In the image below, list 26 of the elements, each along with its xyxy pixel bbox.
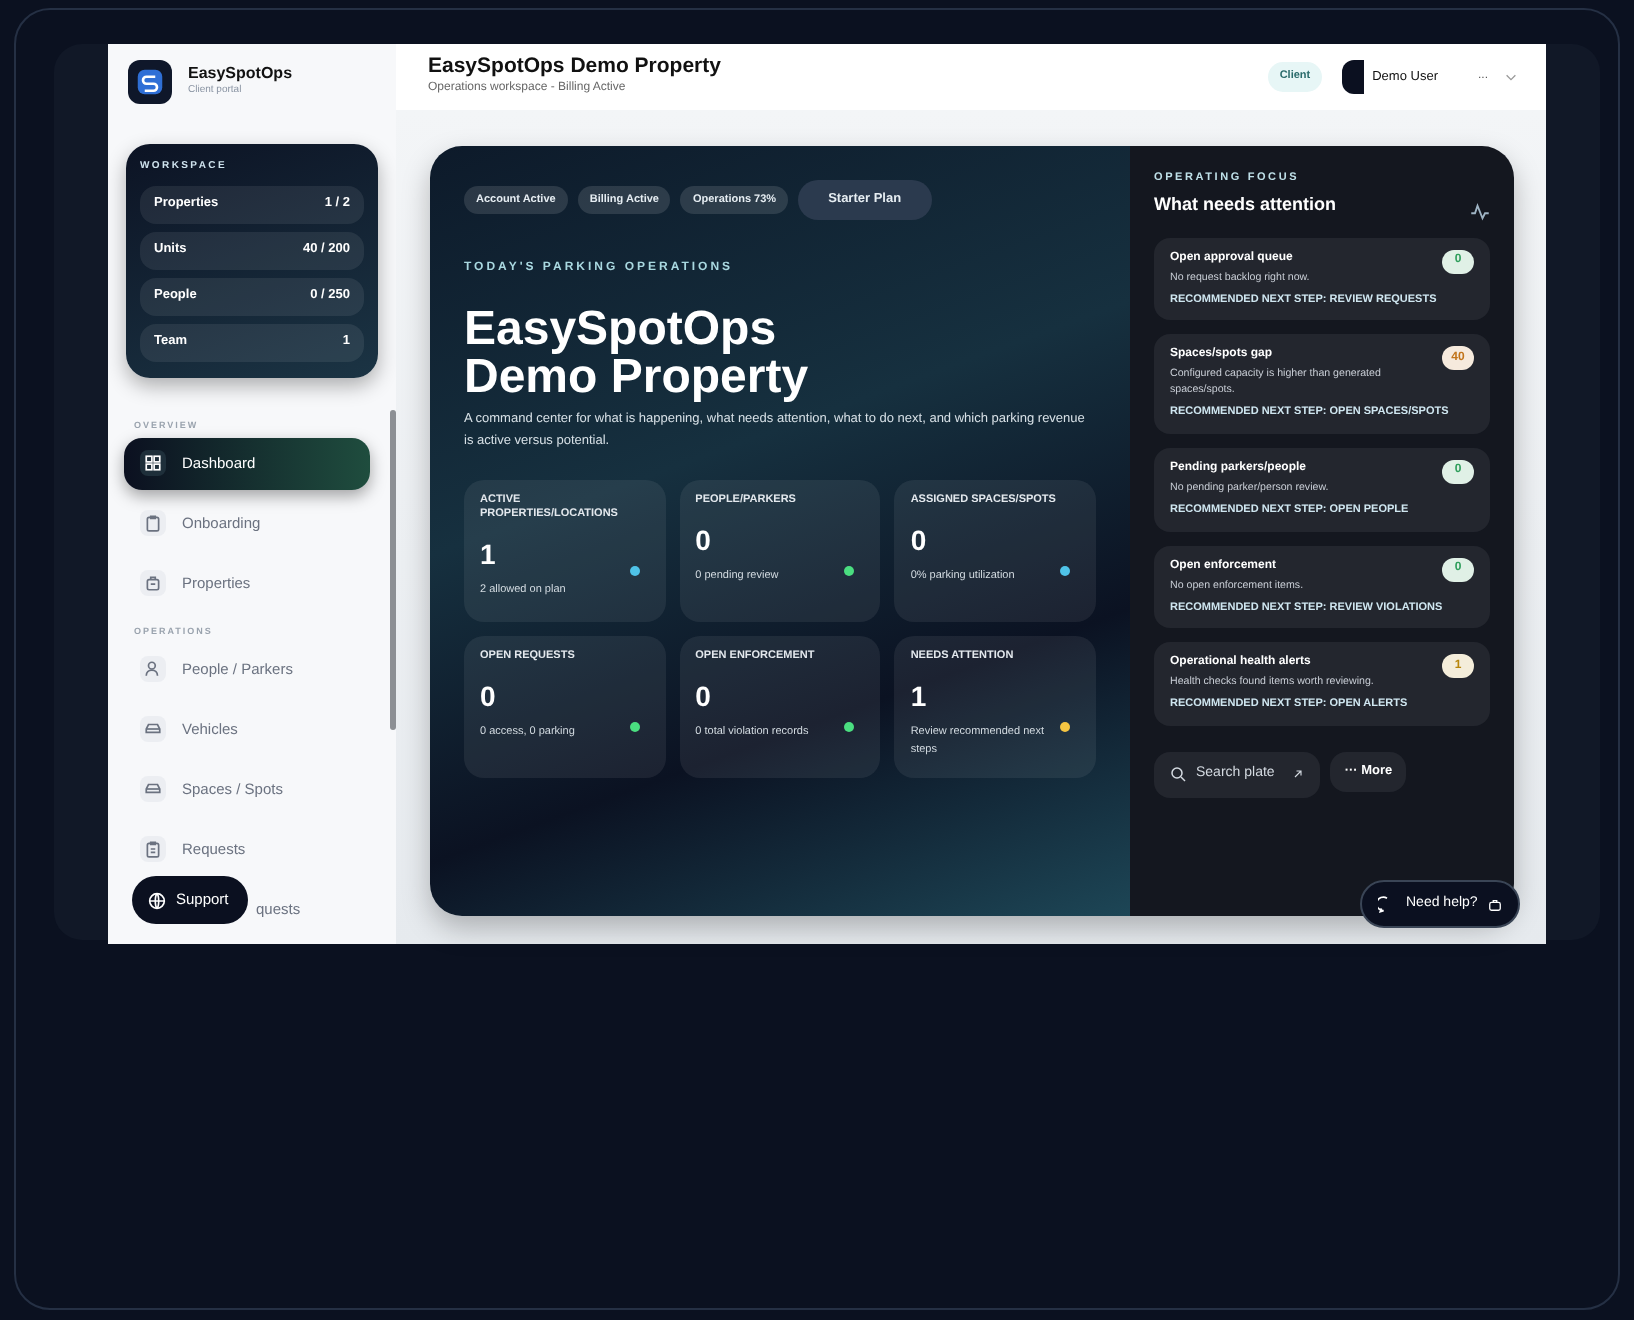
arrow-up-right-icon — [1292, 768, 1305, 781]
globe-icon — [148, 891, 166, 909]
chevron-down-icon — [1504, 70, 1518, 84]
pulse-icon — [1470, 202, 1490, 222]
search-icon — [1170, 766, 1186, 783]
stat-value: 1 — [910, 677, 929, 716]
person-icon — [144, 660, 162, 678]
car-icon — [144, 780, 162, 798]
stat-value: 0 — [910, 521, 929, 560]
stat-value: 0 — [695, 521, 713, 560]
car-icon — [144, 720, 162, 738]
hero-title: EasySpotOps Demo Property — [464, 305, 811, 402]
stat-value: 0 — [480, 677, 498, 716]
brand-name: EasySpotOps — [188, 65, 293, 84]
stat-value: 0 — [695, 677, 713, 716]
grid-icon — [144, 454, 162, 473]
avatar[interactable] — [1342, 60, 1365, 94]
stat-value: 1 — [480, 536, 498, 575]
page-title: EasySpotOps Demo Property — [428, 56, 723, 80]
panel-title: What needs attention — [1154, 192, 1337, 219]
clipboard-icon — [144, 514, 162, 533]
clipboard-icon — [144, 840, 162, 858]
scrollbar[interactable] — [390, 410, 396, 730]
briefcase-icon — [1487, 897, 1502, 911]
building-icon — [144, 574, 162, 593]
app-logo — [136, 68, 164, 96]
